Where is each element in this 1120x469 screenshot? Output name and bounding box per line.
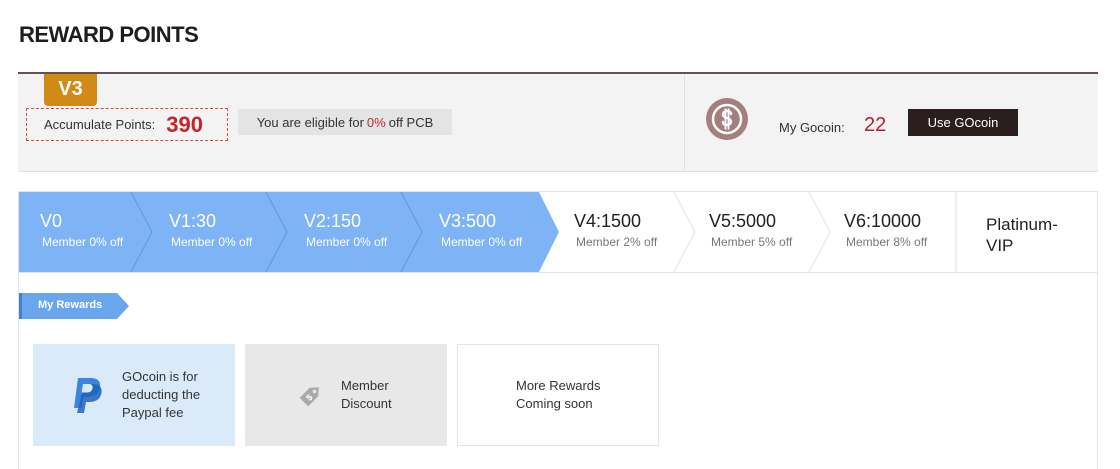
paypal-card-line: deducting the	[122, 387, 201, 402]
my-rewards-tab-label: My Rewards	[38, 299, 103, 311]
gocoin-icon	[706, 98, 748, 140]
page-title: REWARD POINTS	[19, 22, 199, 47]
level-discount: Member 2% off	[576, 235, 658, 249]
member-discount-card-text: Member Discount	[341, 377, 392, 413]
discount-tag-icon: $	[295, 379, 327, 411]
points-summary-panel: V3 Accumulate Points: 390 You are eligib…	[18, 72, 1098, 172]
eligible-discount-notice: You are eligible for 0% off PCB	[238, 109, 452, 135]
level-discount: Member 0% off	[42, 235, 124, 249]
membership-level-progress: V0 Member 0% off V1:30 Member 0% off V2:…	[18, 191, 1098, 273]
member-discount-line: Discount	[341, 396, 392, 411]
level-step-v2: V2:150 Member 0% off	[304, 192, 424, 272]
level-name: V1:30	[169, 211, 217, 231]
paypal-icon	[69, 375, 107, 415]
level-name: V6:10000	[844, 211, 922, 231]
paypal-card-line: GOcoin is for	[122, 369, 198, 384]
level-name: V4:1500	[574, 211, 642, 231]
level-name: V3:500	[439, 211, 497, 231]
eligible-prefix: You are eligible for	[256, 114, 364, 130]
paypal-card-line: Paypal fee	[122, 405, 184, 420]
points-value: 390	[166, 111, 203, 137]
level-step-v3: V3:500 Member 0% off	[439, 192, 559, 272]
use-gocoin-button[interactable]: Use GOcoin	[908, 109, 1018, 136]
my-rewards-section: My Rewards GOcoin is for deducting the P…	[18, 273, 1098, 469]
level-step-v1: V1:30 Member 0% off	[169, 192, 289, 272]
eligible-suffix: off PCB	[388, 114, 434, 130]
level-discount: Member 0% off	[306, 235, 388, 249]
reward-card-paypal[interactable]: GOcoin is for deducting the Paypal fee	[33, 344, 235, 446]
platinum-label-line1: Platinum-	[986, 215, 1058, 234]
my-rewards-tab[interactable]: My Rewards	[19, 293, 129, 319]
level-name: V0	[40, 211, 63, 231]
reward-card-member-discount[interactable]: $ Member Discount	[245, 344, 447, 446]
current-level-badge: V3	[44, 74, 97, 106]
level-discount: Member 5% off	[711, 235, 793, 249]
coming-soon-line: More Rewards	[516, 378, 601, 393]
level-name: V2:150	[304, 211, 362, 231]
gocoin-label: My Gocoin:	[779, 120, 845, 135]
coming-soon-line: Coming soon	[516, 396, 593, 411]
level-discount: Member 8% off	[846, 235, 928, 249]
accumulated-points-box: Accumulate Points: 390	[26, 108, 228, 141]
level-name: V5:5000	[709, 211, 777, 231]
level-discount: Member 0% off	[441, 235, 523, 249]
points-label: Accumulate Points:	[44, 117, 156, 132]
level-step-v6: V6:10000 Member 8% off	[844, 192, 964, 272]
reward-card-coming-soon: More Rewards Coming soon	[457, 344, 659, 446]
level-step-platinum-vip: Platinum- VIP	[986, 214, 1076, 256]
level-step-v4: V4:1500 Member 2% off	[574, 192, 694, 272]
coming-soon-card-text: More Rewards Coming soon	[516, 377, 601, 413]
eligible-percent: 0%	[366, 114, 386, 130]
level-step-v0: V0 Member 0% off	[40, 192, 160, 272]
member-discount-line: Member	[341, 378, 389, 393]
level-discount: Member 0% off	[171, 235, 253, 249]
paypal-card-text: GOcoin is for deducting the Paypal fee	[122, 368, 200, 422]
level-step-v5: V5:5000 Member 5% off	[709, 192, 829, 272]
summary-divider	[684, 74, 685, 172]
gocoin-value: 22	[864, 114, 887, 136]
platinum-label-line2: VIP	[986, 236, 1014, 255]
